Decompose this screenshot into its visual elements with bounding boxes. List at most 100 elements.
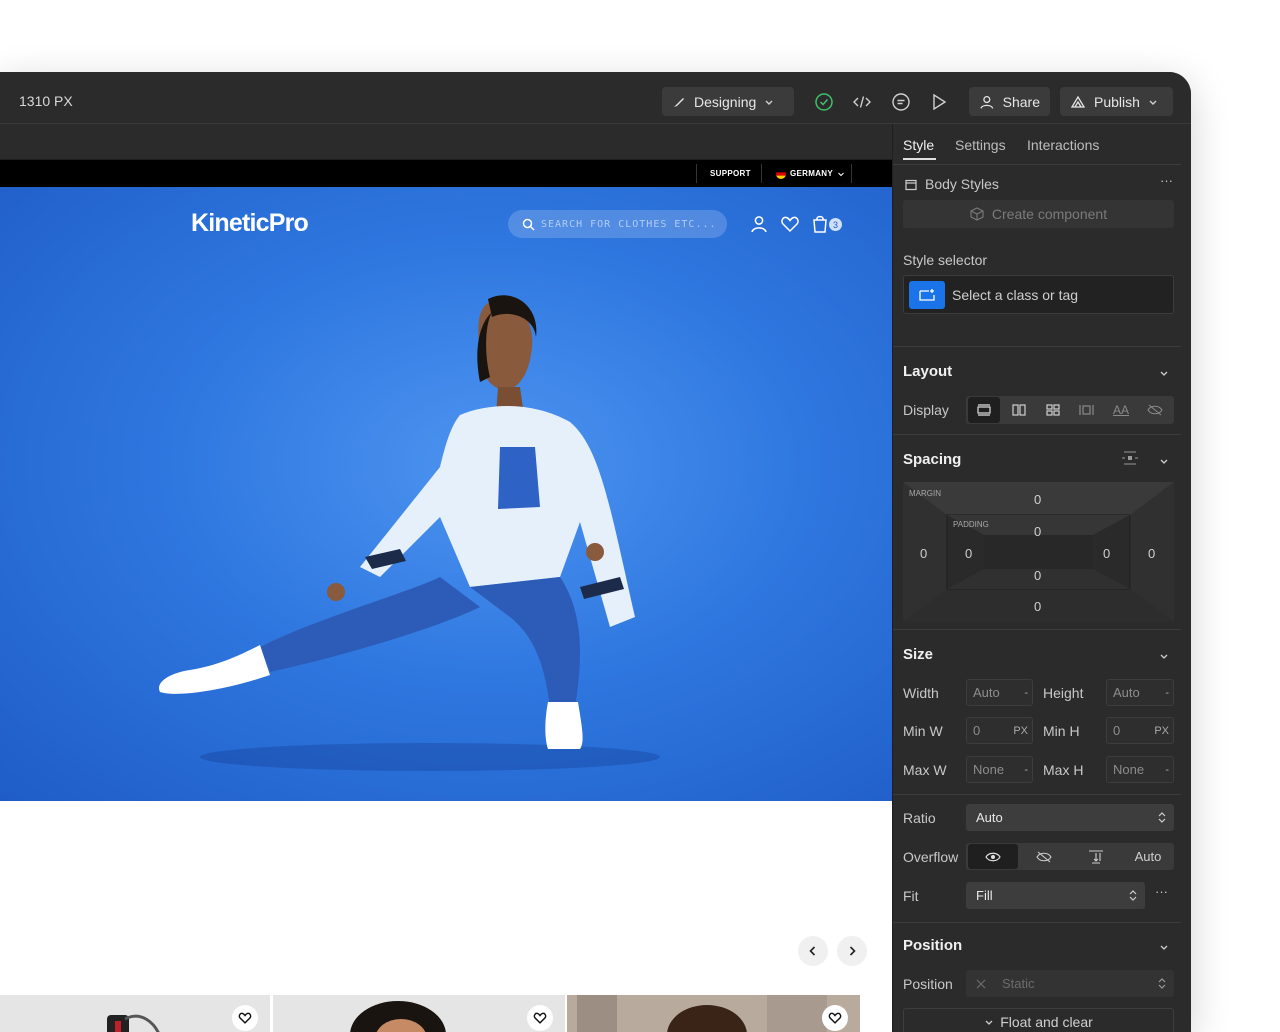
display-inline-option[interactable]: AA	[1104, 396, 1138, 423]
max-width-unit[interactable]: -	[1024, 764, 1028, 776]
size-section-title[interactable]: Size	[903, 646, 933, 663]
overflow-auto-option[interactable]: Auto	[1122, 843, 1174, 870]
display-grid-option[interactable]	[1036, 396, 1070, 423]
shopping-bag-icon[interactable]	[810, 214, 830, 234]
overflow-visible-option[interactable]	[968, 844, 1018, 869]
min-height-label: Min H	[1043, 723, 1080, 739]
position-value: Static	[1002, 976, 1035, 991]
max-height-value: None	[1113, 762, 1145, 777]
min-height-unit[interactable]: PX	[1154, 725, 1169, 737]
selector-type-button[interactable]	[909, 281, 945, 309]
min-width-input[interactable]: 0 PX	[966, 717, 1033, 744]
display-flex-option[interactable]	[1002, 396, 1036, 423]
favorite-button[interactable]	[232, 1005, 258, 1031]
wishlist-heart-icon[interactable]	[780, 214, 800, 234]
product-card[interactable]	[567, 995, 860, 1032]
style-panel: Style Settings Interactions Body Styles …	[892, 124, 1191, 1032]
tab-style[interactable]: Style	[903, 137, 934, 153]
display-inline-block-option[interactable]	[1070, 396, 1104, 423]
share-button[interactable]: Share	[969, 87, 1050, 116]
cart-count-badge: 3	[829, 218, 842, 231]
display-none-option[interactable]	[1138, 396, 1172, 423]
publish-button[interactable]: Publish	[1060, 87, 1173, 116]
width-unit[interactable]: -	[1024, 687, 1028, 699]
width-input[interactable]: Auto -	[966, 679, 1033, 706]
max-height-input[interactable]: None -	[1106, 756, 1174, 783]
margin-left-value[interactable]: 0	[920, 546, 927, 561]
site-search-input[interactable]: SEARCH FOR CLOTHES ETC...	[508, 210, 727, 238]
carousel-next-button[interactable]	[837, 936, 867, 966]
height-input[interactable]: Auto -	[1106, 679, 1174, 706]
body-element-icon	[905, 179, 917, 191]
display-block-option[interactable]	[968, 397, 1000, 423]
more-options-button[interactable]: ···	[1160, 173, 1173, 188]
comment-icon[interactable]	[889, 90, 913, 114]
overflow-hidden-option[interactable]	[1018, 843, 1070, 870]
chevron-down-icon	[985, 1020, 993, 1025]
site-logo[interactable]: KineticPro	[191, 209, 309, 238]
float-and-clear-toggle[interactable]: Float and clear	[903, 1008, 1174, 1032]
chevron-down-icon[interactable]	[1159, 942, 1169, 952]
padding-right-value[interactable]: 0	[1103, 546, 1110, 561]
create-component-button[interactable]: Create component	[903, 200, 1174, 228]
chevron-down-icon[interactable]	[1159, 651, 1169, 661]
fit-more-button[interactable]: ···	[1155, 884, 1168, 899]
hero-section: KineticPro SEARCH FOR CLOTHES ETC... 3	[0, 187, 892, 801]
margin-top-value[interactable]: 0	[1034, 492, 1041, 507]
margin-label: MARGIN	[909, 489, 941, 498]
max-width-input[interactable]: None -	[966, 756, 1033, 783]
height-unit[interactable]: -	[1165, 687, 1169, 699]
preview-play-icon[interactable]	[927, 90, 951, 114]
publish-label: Publish	[1094, 93, 1140, 110]
tab-interactions[interactable]: Interactions	[1027, 137, 1099, 153]
design-canvas[interactable]: SUPPORT GERMANY KineticPro SEARCH FOR CL…	[0, 160, 892, 1032]
spacing-preset-icon[interactable]	[1121, 450, 1139, 466]
position-section-title[interactable]: Position	[903, 937, 962, 954]
heart-icon	[533, 1012, 547, 1024]
heart-icon	[828, 1012, 842, 1024]
product-card[interactable]	[273, 995, 565, 1032]
padding-left-value[interactable]: 0	[965, 546, 972, 561]
spacing-section-title[interactable]: Spacing	[903, 451, 961, 468]
max-width-value: None	[973, 762, 1005, 777]
ratio-value: Auto	[976, 810, 1003, 825]
mode-dropdown[interactable]: Designing	[662, 87, 794, 116]
product-card[interactable]	[0, 995, 270, 1032]
margin-right-value[interactable]: 0	[1148, 546, 1155, 561]
chevron-down-icon	[1149, 100, 1157, 105]
max-height-label: Max H	[1043, 762, 1084, 778]
search-icon	[522, 218, 535, 231]
position-select[interactable]: Static	[966, 970, 1174, 997]
heart-icon	[238, 1012, 252, 1024]
margin-bottom-value[interactable]: 0	[1034, 599, 1041, 614]
favorite-button[interactable]	[822, 1005, 848, 1031]
code-icon[interactable]	[850, 90, 874, 114]
eye-off-icon	[1036, 851, 1052, 862]
height-label: Height	[1043, 685, 1084, 701]
overflow-scroll-option[interactable]	[1070, 843, 1122, 870]
layout-section-title[interactable]: Layout	[903, 363, 952, 380]
support-link[interactable]: SUPPORT	[710, 160, 751, 187]
eye-icon	[985, 852, 1001, 861]
designer-window: 1310 PX Designing Share Publish SUPPORT …	[0, 72, 1191, 1032]
style-selector-placeholder: Select a class or tag	[952, 287, 1079, 303]
status-check-icon[interactable]	[812, 90, 836, 114]
chevron-down-icon[interactable]	[1159, 456, 1169, 466]
width-value: Auto	[973, 685, 1000, 700]
style-selector-input[interactable]: Select a class or tag	[903, 275, 1174, 314]
mode-label: Designing	[694, 93, 757, 110]
min-width-unit[interactable]: PX	[1013, 725, 1028, 737]
favorite-button[interactable]	[527, 1005, 553, 1031]
padding-top-value[interactable]: 0	[1034, 524, 1041, 539]
tab-settings[interactable]: Settings	[955, 137, 1006, 153]
carousel-prev-button[interactable]	[798, 936, 828, 966]
chevron-down-icon[interactable]	[1159, 368, 1169, 378]
padding-label: PADDING	[953, 520, 989, 529]
max-height-unit[interactable]: -	[1165, 764, 1169, 776]
padding-bottom-value[interactable]: 0	[1034, 568, 1041, 583]
region-selector[interactable]: GERMANY	[776, 160, 845, 187]
account-icon[interactable]	[749, 214, 769, 234]
min-height-input[interactable]: 0 PX	[1106, 717, 1174, 744]
fit-select[interactable]: Fill	[966, 882, 1145, 909]
ratio-select[interactable]: Auto	[966, 804, 1174, 831]
